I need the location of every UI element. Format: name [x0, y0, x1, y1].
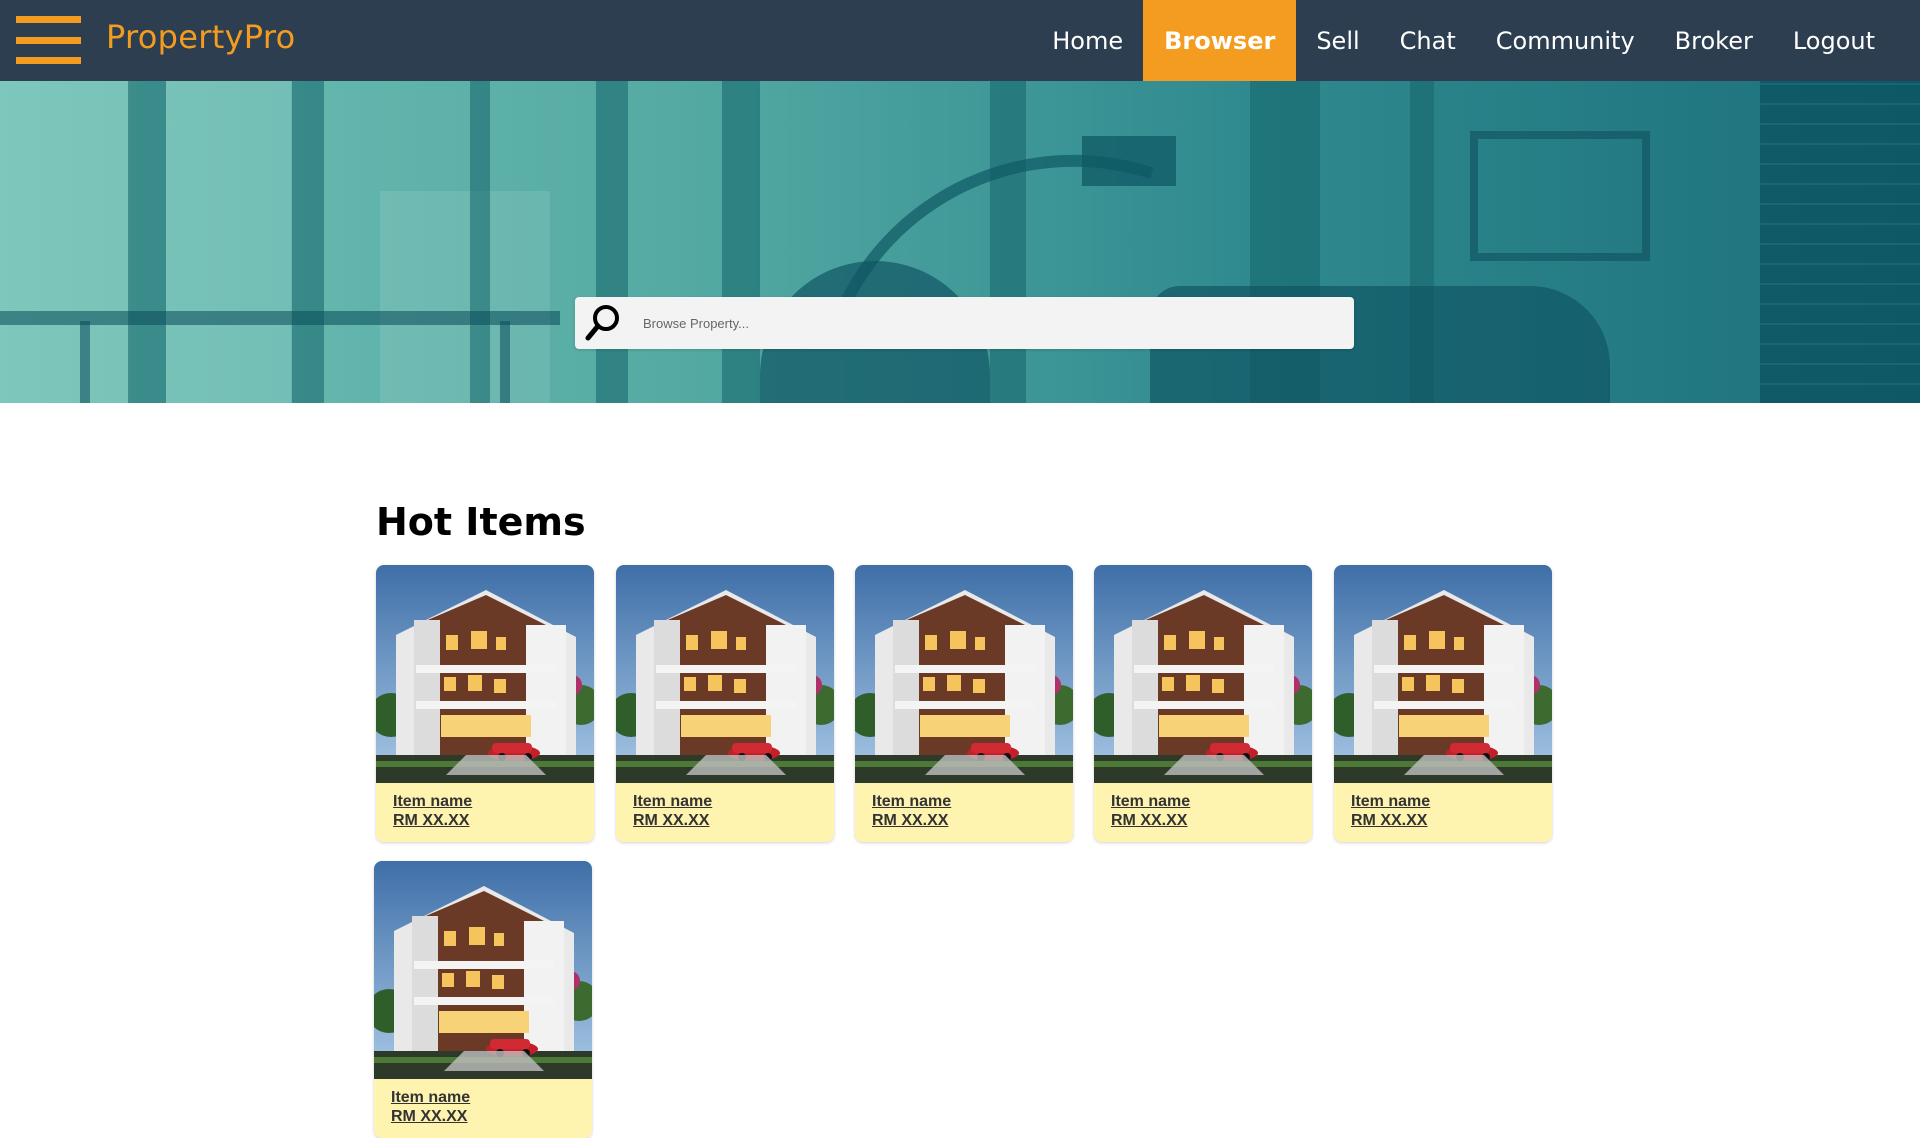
nav-chat[interactable]: Chat — [1380, 0, 1476, 81]
nav-sell[interactable]: Sell — [1296, 0, 1379, 81]
section-title: Hot Items — [376, 500, 586, 544]
item-price-link[interactable]: RM XX.XX — [1351, 811, 1430, 830]
nav-broker[interactable]: Broker — [1655, 0, 1773, 81]
property-image[interactable] — [376, 565, 594, 783]
item-price-link[interactable]: RM XX.XX — [633, 811, 712, 830]
item-name-link[interactable]: Item name — [393, 792, 472, 811]
item-price-link[interactable]: RM XX.XX — [1111, 811, 1190, 830]
item-name-link[interactable]: Item name — [872, 792, 951, 811]
menu-icon[interactable] — [16, 16, 81, 64]
nav-home[interactable]: Home — [1032, 0, 1143, 81]
search-icon[interactable] — [581, 301, 625, 345]
property-image[interactable] — [1094, 565, 1312, 783]
property-card[interactable]: Item name RM XX.XX — [376, 565, 594, 842]
property-card[interactable]: Item name RM XX.XX — [1094, 565, 1312, 842]
property-image[interactable] — [1334, 565, 1552, 783]
brand-logo[interactable]: PropertyPro — [106, 18, 295, 56]
item-price-link[interactable]: RM XX.XX — [391, 1107, 470, 1126]
search-bar[interactable] — [575, 297, 1354, 349]
nav-logout[interactable]: Logout — [1773, 0, 1920, 81]
search-input[interactable] — [643, 307, 1333, 339]
property-card[interactable]: Item name RM XX.XX — [855, 565, 1073, 842]
nav-community[interactable]: Community — [1476, 0, 1655, 81]
item-name-link[interactable]: Item name — [1111, 792, 1190, 811]
property-card[interactable]: Item name RM XX.XX — [616, 565, 834, 842]
property-image[interactable] — [855, 565, 1073, 783]
nav-links: Home Browser Sell Chat Community Broker … — [1032, 0, 1920, 81]
property-image[interactable] — [616, 565, 834, 783]
item-name-link[interactable]: Item name — [391, 1088, 470, 1107]
item-name-link[interactable]: Item name — [633, 792, 712, 811]
item-price-link[interactable]: RM XX.XX — [393, 811, 472, 830]
item-price-link[interactable]: RM XX.XX — [872, 811, 951, 830]
item-name-link[interactable]: Item name — [1351, 792, 1430, 811]
property-image[interactable] — [374, 861, 592, 1079]
property-card[interactable]: Item name RM XX.XX — [1334, 565, 1552, 842]
property-card[interactable]: Item name RM XX.XX — [374, 861, 592, 1138]
top-navbar: PropertyPro Home Browser Sell Chat Commu… — [0, 0, 1920, 81]
nav-browser[interactable]: Browser — [1143, 0, 1297, 81]
hero-banner — [0, 81, 1920, 403]
